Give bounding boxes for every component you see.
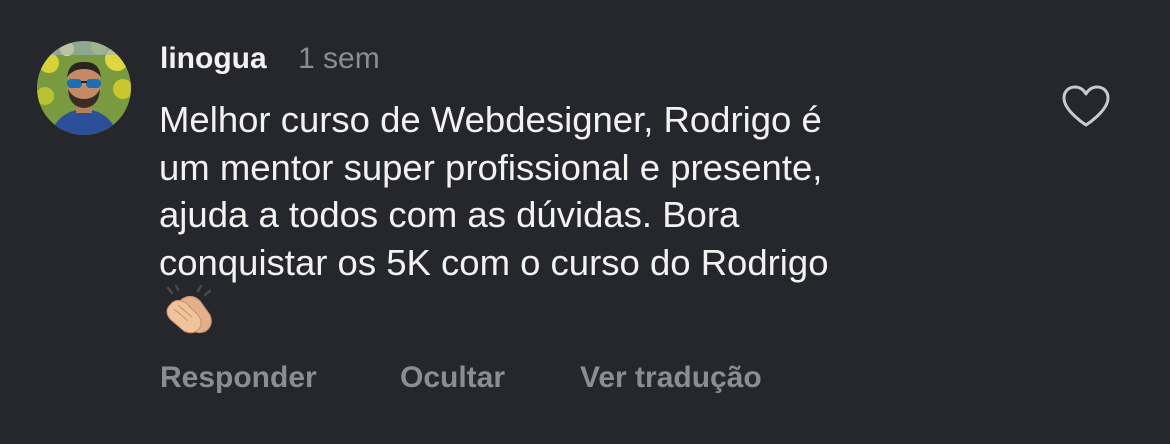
username[interactable]: linogua: [160, 40, 267, 78]
reply-button[interactable]: Responder: [160, 358, 317, 398]
hide-button[interactable]: Ocultar: [400, 358, 505, 398]
translate-button[interactable]: Ver tradução: [580, 358, 762, 398]
comment-text-line: um mentor super profissional e presente,: [159, 146, 823, 188]
heart-outline-icon[interactable]: [1061, 84, 1111, 128]
comment-text-line: ajuda a todos com as dúvidas. Bora: [159, 194, 740, 235]
comment: linogua 1 sem Melhor curso de Webdesigne…: [0, 0, 1170, 444]
comment-text: Melhor curso de Webdesigner, Rodrigo é u…: [159, 96, 1039, 286]
avatar-photo: [37, 41, 131, 135]
timestamp: 1 sem: [298, 42, 380, 75]
comment-text-line: conquistar os 5K com o curso do Rodrigo: [159, 241, 829, 283]
comment-text-line: Melhor curso de Webdesigner, Rodrigo é: [159, 99, 822, 140]
avatar[interactable]: [37, 41, 131, 135]
clapping-hands-emoji: [162, 283, 216, 335]
